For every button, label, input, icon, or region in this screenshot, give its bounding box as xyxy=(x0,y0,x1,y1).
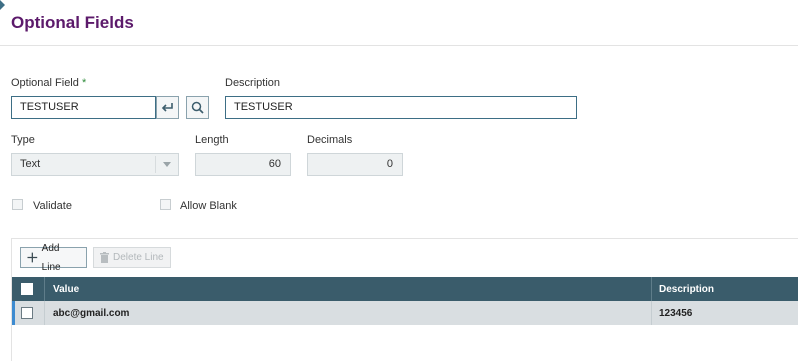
header-col-separator xyxy=(44,277,45,301)
row-col-separator xyxy=(44,301,45,325)
allow-blank-checkbox[interactable] xyxy=(160,199,171,210)
delete-line-label: Delete Line xyxy=(113,252,164,263)
trash-icon xyxy=(100,252,109,263)
description-input[interactable]: TESTUSER xyxy=(225,96,577,119)
column-header-value[interactable]: Value xyxy=(53,284,79,295)
decimals-label: Decimals xyxy=(307,134,353,146)
optional-field-label-text: Optional Field xyxy=(11,77,79,89)
row-col-separator xyxy=(651,301,652,325)
type-select-value: Text xyxy=(20,158,41,170)
magnifier-icon xyxy=(191,101,204,114)
delete-line-button[interactable]: Delete Line xyxy=(93,247,171,268)
validate-checkbox[interactable] xyxy=(12,199,23,210)
header-col-separator xyxy=(651,277,652,301)
type-select[interactable]: Text xyxy=(11,153,179,176)
description-label: Description xyxy=(225,77,281,89)
cell-value[interactable]: abc@gmail.com xyxy=(53,308,129,319)
length-field: 60 xyxy=(195,153,291,176)
search-button[interactable] xyxy=(186,96,209,119)
row-select-checkbox[interactable] xyxy=(21,307,33,319)
title-divider xyxy=(0,45,798,46)
cell-description[interactable]: 123456 xyxy=(659,308,692,319)
row-selection-marker xyxy=(12,301,15,325)
type-label: Type xyxy=(11,134,35,146)
optional-field-input[interactable]: TESTUSER xyxy=(11,96,156,119)
plus-icon xyxy=(27,252,38,263)
grid-top-border xyxy=(11,238,798,239)
enter-return-icon xyxy=(161,103,173,112)
enter-return-button[interactable] xyxy=(156,96,179,119)
select-all-checkbox[interactable] xyxy=(21,283,33,295)
allow-blank-label: Allow Blank xyxy=(180,200,237,212)
panel-toggle-caret[interactable] xyxy=(0,0,5,10)
page-title: Optional Fields xyxy=(11,13,134,32)
required-marker: * xyxy=(81,77,87,89)
length-label: Length xyxy=(195,134,229,146)
add-line-label: Add Line xyxy=(41,242,61,273)
column-header-description[interactable]: Description xyxy=(659,284,714,295)
validate-label: Validate xyxy=(33,200,72,212)
dropdown-arrow-icon xyxy=(155,156,178,173)
decimals-field: 0 xyxy=(307,153,403,176)
optional-field-label: Optional Field * xyxy=(11,77,86,89)
add-line-button[interactable]: Add Line xyxy=(20,243,87,273)
